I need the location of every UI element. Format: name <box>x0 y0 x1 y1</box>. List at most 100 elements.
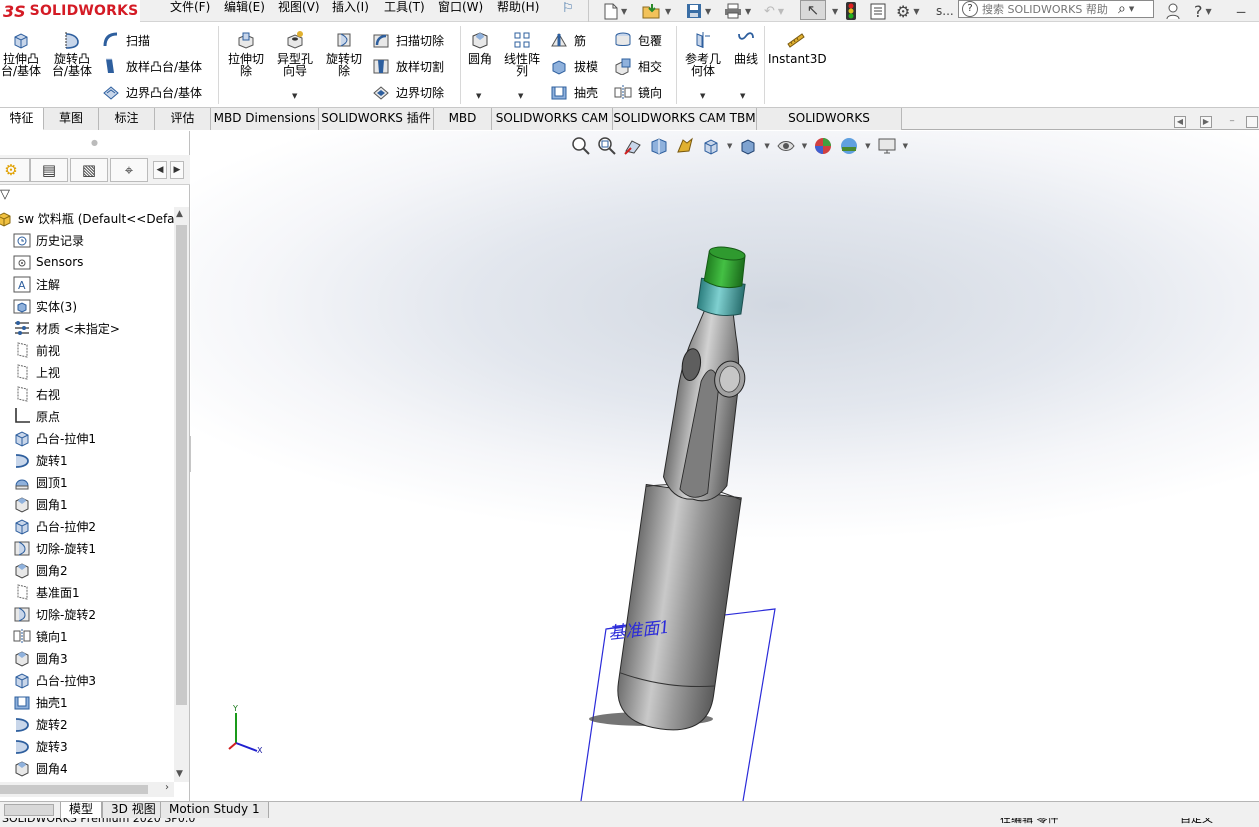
rebuild-button[interactable] <box>846 0 856 22</box>
doc-maximize-icon[interactable] <box>1246 116 1258 128</box>
tree-item[interactable]: 右视 <box>13 383 174 405</box>
draft-button[interactable]: 拔模 <box>550 56 598 76</box>
status-units[interactable]: 自定义 <box>1180 818 1213 826</box>
save-button[interactable]: ▼ <box>686 0 711 22</box>
tab-3d-views[interactable]: 3D 视图 <box>102 802 165 818</box>
menu-view[interactable]: 视图(V) <box>278 0 320 22</box>
minimize-button[interactable]: ‒ <box>1236 0 1246 22</box>
tree-item[interactable]: 实体(3) <box>13 295 174 317</box>
hide-show-items-icon[interactable] <box>776 136 796 156</box>
reference-geometry-button[interactable]: 参考几 何体 <box>682 30 724 77</box>
curves-dropdown-icon[interactable]: ▼ <box>740 92 745 100</box>
search-dropdown-icon[interactable]: ▼ <box>1129 5 1134 13</box>
tree-item[interactable]: 切除-旋转2 <box>13 603 174 625</box>
hide-show-dropdown-icon[interactable]: ▼ <box>802 142 807 150</box>
hole-wizard-button[interactable]: 异型孔 向导 <box>274 30 316 77</box>
filter-icon[interactable]: ▽ <box>0 187 10 202</box>
scroll-thumb[interactable] <box>176 225 187 705</box>
tab-mbd-dimensions[interactable]: MBD Dimensions <box>211 108 319 130</box>
panel-collapse-handle[interactable]: ● <box>0 131 189 155</box>
hscroll-thumb[interactable] <box>0 785 148 794</box>
tree-item[interactable]: 凸台-拉伸3 <box>13 669 174 691</box>
tab-motion-study-1[interactable]: Motion Study 1 <box>160 802 269 818</box>
instant3d-button[interactable]: Instant3D <box>768 30 827 65</box>
tree-item[interactable]: A 注解 <box>13 273 174 295</box>
tab-sketch[interactable]: 草图 <box>44 108 99 130</box>
feature-manager-tab-icon[interactable]: ⚙ <box>0 158 30 182</box>
view-settings-icon[interactable] <box>877 136 897 156</box>
tab-model[interactable]: 模型 <box>60 802 103 818</box>
mirror-button[interactable]: 镜向 <box>614 82 662 102</box>
display-style-icon[interactable] <box>738 136 758 156</box>
fillet-dropdown-icon[interactable]: ▼ <box>476 92 481 100</box>
graphics-area[interactable]: 基准面1 Y X ▼ ▼ ▼ ▼ ▼ <box>191 131 1259 801</box>
solidworks-logo[interactable]: 3S SOLIDWORKS <box>0 0 140 22</box>
menu-help[interactable]: 帮助(H) <box>497 0 539 22</box>
tree-item[interactable]: 原点 <box>13 405 174 427</box>
bottle-model[interactable] <box>613 241 776 736</box>
tree-item[interactable]: 圆顶1 <box>13 471 174 493</box>
new-document-button[interactable]: ▼ <box>604 0 627 22</box>
tab-solidworks-cam[interactable]: SOLIDWORKS CAM <box>492 108 613 130</box>
tree-vertical-scrollbar[interactable]: ▲ ▼ <box>174 207 189 782</box>
search-icon[interactable]: ⌕ <box>1118 1 1126 17</box>
scroll-right-icon[interactable]: › <box>165 782 169 793</box>
view-settings-dropdown-icon[interactable]: ▼ <box>903 142 908 150</box>
tab-features[interactable]: 特征 <box>0 108 44 130</box>
linear-pattern-dropdown-icon[interactable]: ▼ <box>518 92 523 100</box>
reference-geometry-dropdown-icon[interactable]: ▼ <box>700 92 705 100</box>
scroll-down-icon[interactable]: ▼ <box>176 769 183 779</box>
tree-item[interactable]: 圆角3 <box>13 647 174 669</box>
shell-button[interactable]: 抽壳 <box>550 82 598 102</box>
select-dropdown[interactable]: ▼ <box>829 0 838 22</box>
tree-item[interactable]: 历史记录 <box>13 229 174 251</box>
boundary-cut-button[interactable]: 边界切除 <box>372 82 444 102</box>
menu-window[interactable]: 窗口(W) <box>438 0 483 22</box>
tree-item[interactable]: Sensors <box>13 251 174 273</box>
lofted-cut-button[interactable]: 放样切割 <box>372 56 444 76</box>
help-search-box[interactable]: ? ⌕ ▼ <box>958 0 1154 18</box>
tree-item[interactable]: 前视 <box>13 339 174 361</box>
revolve-boss-button[interactable]: 旋转凸 台/基体 <box>50 30 94 77</box>
previous-view-icon[interactable] <box>623 136 643 156</box>
tab-solidworks-inspection[interactable]: SOLIDWORKS Inspection <box>757 108 902 146</box>
menu-edit[interactable]: 编辑(E) <box>224 0 265 22</box>
tree-item[interactable]: 凸台-拉伸2 <box>13 515 174 537</box>
tab-evaluate[interactable]: 评估 <box>155 108 211 130</box>
tree-item[interactable]: 凸台-拉伸1 <box>13 427 174 449</box>
intersect-button[interactable]: 相交 <box>614 56 662 76</box>
restore-view-icon[interactable]: ◀ <box>1174 116 1186 128</box>
zoom-to-area-icon[interactable] <box>597 136 617 156</box>
tree-item[interactable]: 旋转2 <box>13 713 174 735</box>
user-account-button[interactable] <box>1166 0 1180 22</box>
tree-filter[interactable]: ▽ <box>0 185 190 207</box>
select-button[interactable]: ↖ <box>800 0 826 20</box>
extrude-boss-button[interactable]: 拉伸凸 台/基体 <box>0 30 42 77</box>
tab-markup[interactable]: 标注 <box>99 108 155 130</box>
tab-mbd[interactable]: MBD <box>434 108 492 130</box>
tree-item[interactable]: 抽壳1 <box>13 691 174 713</box>
view-orientation-dropdown-icon[interactable]: ▼ <box>727 142 732 150</box>
print-button[interactable]: ▼ <box>724 0 751 22</box>
menu-insert[interactable]: 插入(I) <box>332 0 369 22</box>
tree-item[interactable]: 圆角4 <box>13 757 174 779</box>
tab-scroll-buttons[interactable] <box>4 804 54 816</box>
curves-button[interactable]: 曲线 <box>730 30 762 65</box>
tree-root-item[interactable]: sw 饮料瓶 (Default<<Defau <box>0 207 174 229</box>
help-button[interactable]: ? ▼ <box>1194 0 1212 22</box>
rib-button[interactable]: 筋 <box>550 30 586 50</box>
tree-item[interactable]: 圆角2 <box>13 559 174 581</box>
tree-item[interactable]: 镜向1 <box>13 625 174 647</box>
configuration-manager-tab-icon[interactable]: ▧ <box>70 158 108 182</box>
tab-solidworks-addins[interactable]: SOLIDWORKS 插件 <box>319 108 434 130</box>
edit-appearance-icon[interactable] <box>813 136 833 156</box>
tree-item[interactable]: 圆角1 <box>13 493 174 515</box>
model-scene[interactable]: 基准面1 Y X <box>191 131 1259 801</box>
sweep-button[interactable]: 扫描 <box>102 30 150 50</box>
boundary-boss-button[interactable]: 边界凸台/基体 <box>102 82 202 102</box>
tab-solidworks-cam-tbm[interactable]: SOLIDWORKS CAM TBM <box>613 108 757 130</box>
panel-tab-right-icon[interactable]: ▶ <box>170 161 184 179</box>
tree-horizontal-scrollbar[interactable]: › <box>0 782 174 797</box>
linear-pattern-button[interactable]: 线性阵 列 <box>500 30 544 77</box>
tree-item[interactable]: 上视 <box>13 361 174 383</box>
